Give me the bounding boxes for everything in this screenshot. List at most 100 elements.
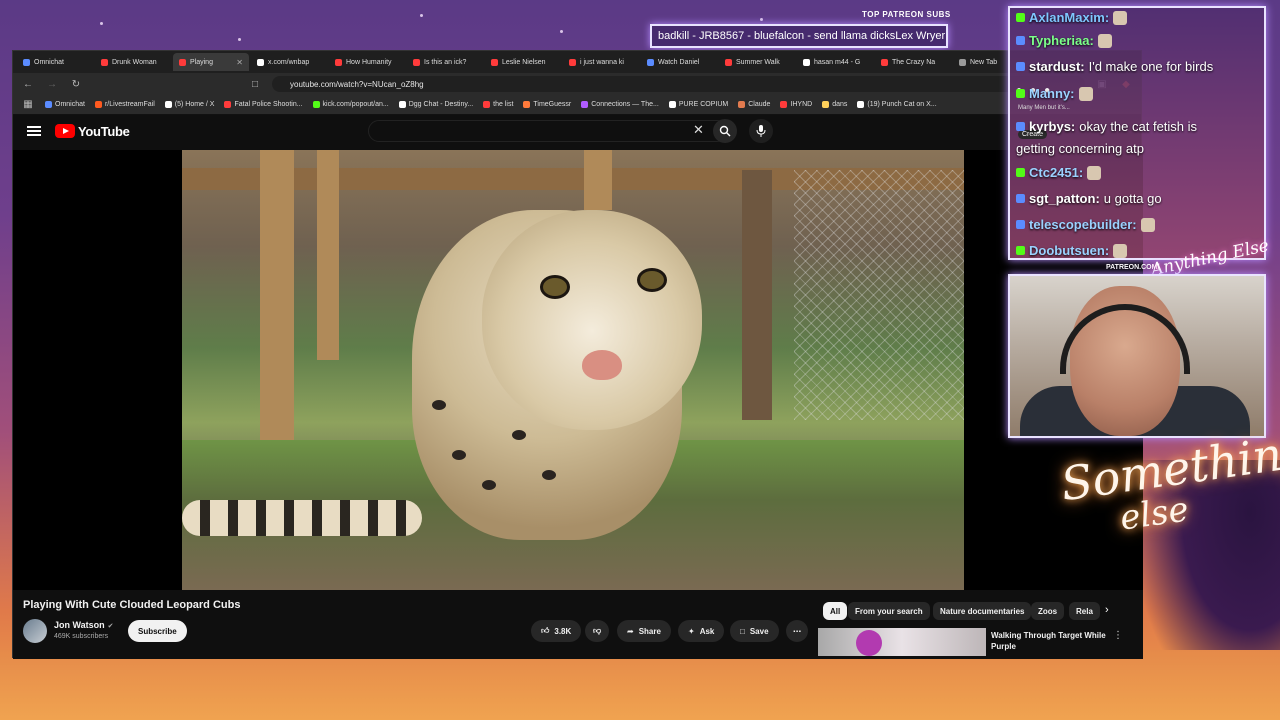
chat-message: Ctc2451: xyxy=(1016,165,1102,180)
browser-tab[interactable]: Omnichat xyxy=(17,53,93,71)
bookmark-item[interactable]: dans xyxy=(822,101,847,108)
apps-grid-icon[interactable]: ▦ xyxy=(21,99,35,110)
chip-1[interactable]: From your search xyxy=(848,602,930,620)
tab-favicon-icon xyxy=(491,58,498,66)
bookmark-page-icon[interactable]: □ xyxy=(248,79,262,90)
video-frame[interactable] xyxy=(182,150,964,590)
bookmark-label: r/LivestreamFail xyxy=(104,101,155,108)
tab-favicon-icon xyxy=(413,58,420,66)
ask-button[interactable]: ✦ Ask xyxy=(678,620,725,642)
save-label: Save xyxy=(749,626,769,636)
bookmark-item[interactable]: r/LivestreamFail xyxy=(94,101,155,108)
video-info-area: Playing With Cute Clouded Leopard Cubs J… xyxy=(13,590,1143,659)
like-button[interactable]: 👍︎ 3.8K xyxy=(531,620,582,642)
browser-tab[interactable]: Playing ✕ xyxy=(173,53,249,71)
bookmark-item[interactable]: (5) Home / X xyxy=(164,101,215,108)
bookmark-item[interactable]: kick.com/popout/an... xyxy=(312,101,389,108)
url-field[interactable]: youtube.com/watch?v=NUcan_oZ8hg xyxy=(272,76,1085,92)
browser-tab[interactable]: Summer Walk xyxy=(719,53,795,71)
url-text: youtube.com/watch?v=NUcan_oZ8hg xyxy=(290,79,424,89)
save-button[interactable]: □ Save xyxy=(730,620,779,642)
video-player[interactable] xyxy=(13,150,1143,590)
browser-tab[interactable]: Drunk Woman xyxy=(95,53,171,71)
youtube-header: YouTube ✕ xyxy=(13,115,1141,147)
reload-icon[interactable]: ↻ xyxy=(69,79,83,90)
menu-icon[interactable] xyxy=(27,126,41,136)
bookmark-favicon-icon xyxy=(668,101,676,108)
tab-label: Omnichat xyxy=(34,58,64,66)
bookmark-item[interactable]: Connections — The... xyxy=(581,101,659,108)
chat-emote-icon xyxy=(1078,86,1093,101)
channel-name-row[interactable]: Jon Watson ✔ xyxy=(54,620,114,630)
chat-message: getting concerning atp xyxy=(1016,141,1144,156)
thumbs-down-icon: 👎︎ xyxy=(593,626,602,635)
tab-favicon-icon xyxy=(569,58,576,66)
chat-message: Manny: xyxy=(1016,86,1093,101)
subscribe-button[interactable]: Subscribe xyxy=(128,620,187,642)
browser-tab[interactable]: hasan m44 - G xyxy=(797,53,873,71)
dislike-button[interactable]: 👎︎ xyxy=(585,620,610,642)
bookmark-favicon-icon xyxy=(45,101,52,108)
chat-text: okay the cat fetish is xyxy=(1079,119,1198,134)
recommended-title[interactable]: Walking Through Target While Purple xyxy=(991,630,1111,652)
chat-overlay: ● ● ● Many Men but it's... Create AxlanM… xyxy=(1008,6,1266,260)
clear-search-icon[interactable]: ✕ xyxy=(693,122,704,138)
browser-tab[interactable]: Watch Daniel xyxy=(641,53,717,71)
search-input[interactable] xyxy=(368,120,728,142)
tab-favicon-icon xyxy=(23,58,30,66)
tab-favicon-icon xyxy=(179,58,186,66)
chevron-right-icon[interactable]: › xyxy=(1105,604,1109,616)
channel-avatar[interactable] xyxy=(23,619,47,643)
browser-tab[interactable]: Leslie Nielsen xyxy=(485,53,561,71)
bookmark-item[interactable]: Claude xyxy=(738,101,770,108)
back-icon[interactable]: ← xyxy=(21,79,35,90)
more-actions-button[interactable]: ⋯ xyxy=(786,620,808,642)
chip-0[interactable]: All xyxy=(823,602,848,620)
leopard-spot xyxy=(432,400,446,410)
forward-icon[interactable]: → xyxy=(45,79,59,90)
recommended-thumbnail[interactable] xyxy=(818,628,986,656)
bookmark-label: (5) Home / X xyxy=(174,101,215,108)
youtube-logo[interactable]: YouTube xyxy=(55,124,130,139)
tab-close-icon[interactable]: ✕ xyxy=(236,58,243,67)
tab-favicon-icon xyxy=(959,58,966,66)
bookmark-item[interactable]: Omnichat xyxy=(45,101,85,108)
bookmark-item[interactable]: PURE COPIUM xyxy=(668,101,728,108)
bookmark-item[interactable]: IHYND xyxy=(780,101,812,108)
browser-tab[interactable]: The Crazy Na xyxy=(875,53,951,71)
bookmark-item[interactable]: (19) Punch Cat on X... xyxy=(857,101,937,108)
voice-search-button[interactable] xyxy=(749,119,773,143)
address-bar: ← → ↻ □ youtube.com/watch?v=NUcan_oZ8hg … xyxy=(13,73,1141,95)
chip-2[interactable]: Nature documentaries xyxy=(933,602,1032,620)
tab-favicon-icon xyxy=(647,58,654,66)
browser-tab[interactable]: x.com/wnbap xyxy=(251,53,327,71)
bookmark-item[interactable]: the list xyxy=(483,101,513,108)
bookmark-label: Omnichat xyxy=(55,101,85,108)
bookmark-label: dans xyxy=(832,101,848,108)
chip-3[interactable]: Zoos xyxy=(1031,602,1065,620)
video-scene-post xyxy=(317,150,339,360)
tab-label: The Crazy Na xyxy=(892,58,936,66)
search-button[interactable] xyxy=(713,119,737,143)
share-button[interactable]: ➦ Share xyxy=(617,620,671,642)
bookmark-label: the list xyxy=(493,101,514,108)
bookmark-favicon-icon xyxy=(483,101,491,108)
bookmark-item[interactable]: TimeGuessr xyxy=(523,101,571,108)
recommended-more-icon[interactable]: ⋮ xyxy=(1113,630,1123,641)
bookmark-favicon-icon xyxy=(164,101,172,108)
browser-tab[interactable]: i just wanna ki xyxy=(563,53,639,71)
chat-message: Doobutsuen: xyxy=(1016,243,1128,258)
browser-tab[interactable]: How Humanity xyxy=(329,53,405,71)
browser-tab[interactable]: Is this an ick? xyxy=(407,53,483,71)
webcam-feed xyxy=(1008,274,1266,438)
chat-badge-icon xyxy=(1016,62,1025,71)
leopard-eye xyxy=(637,268,667,292)
background-star xyxy=(420,14,423,17)
chip-4[interactable]: Rela xyxy=(1069,602,1100,620)
chat-badge-icon xyxy=(1016,194,1025,203)
tab-strip: Omnichat Drunk Woman Playing ✕ x.com/wnbap Ho… xyxy=(13,51,1141,73)
chat-badge-icon xyxy=(1016,168,1025,177)
bookmark-favicon-icon xyxy=(94,101,102,108)
bookmark-item[interactable]: Fatal Police Shootin... xyxy=(224,101,303,108)
bookmark-item[interactable]: Dgg Chat - Destiny... xyxy=(398,101,473,108)
